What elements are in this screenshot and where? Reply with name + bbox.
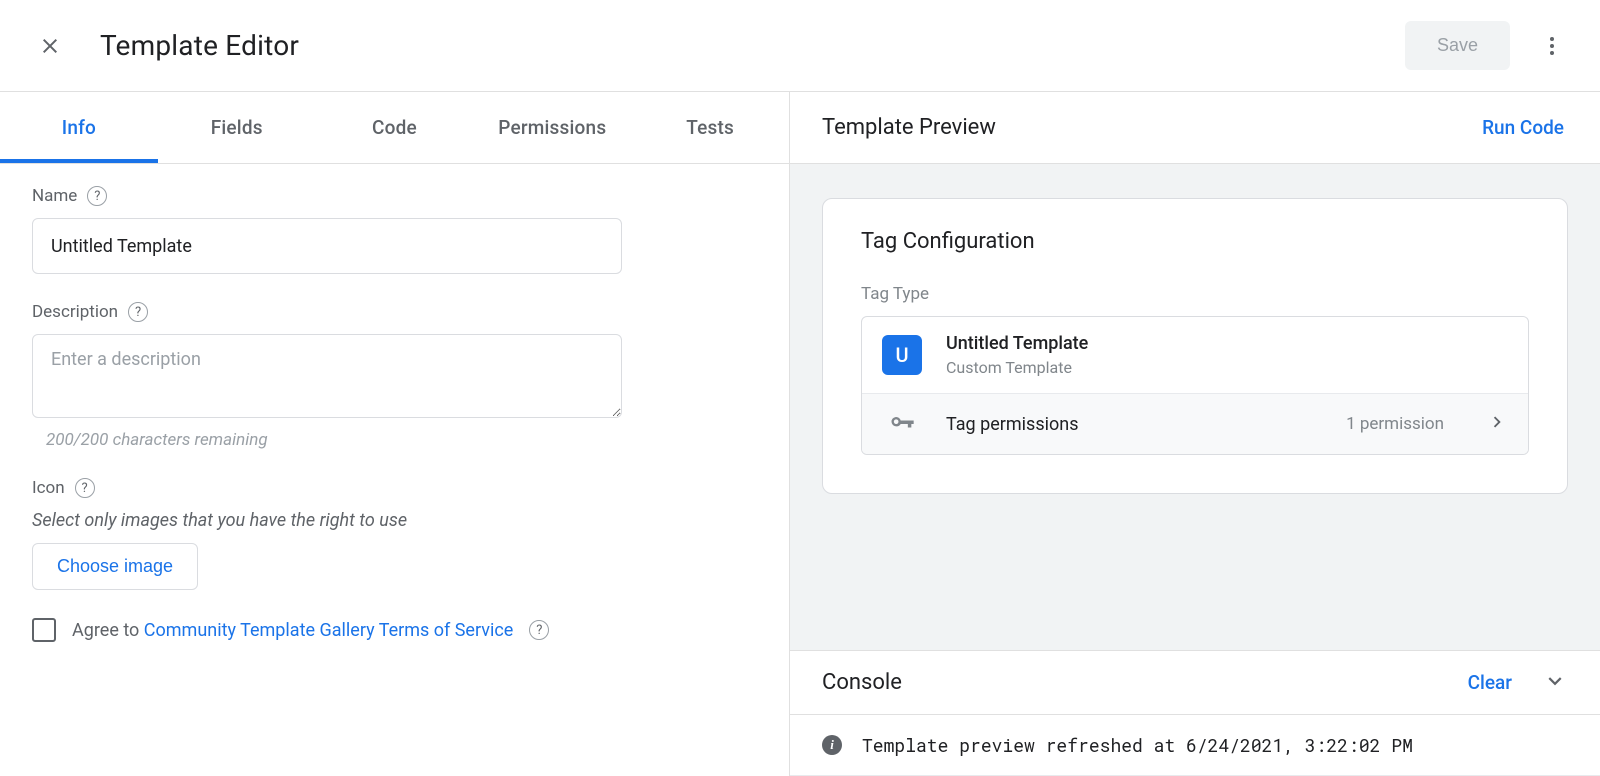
icon-label: Icon: [32, 478, 65, 498]
tag-subtype: Custom Template: [946, 358, 1508, 377]
clear-button[interactable]: Clear: [1468, 671, 1512, 694]
char-remaining: 200/200 characters remaining: [46, 430, 757, 450]
save-button[interactable]: Save: [1405, 21, 1510, 70]
preview-title: Template Preview: [822, 115, 1478, 140]
tag-configuration-card: Tag Configuration Tag Type U Untitled Te…: [822, 198, 1568, 494]
tab-tests[interactable]: Tests: [631, 92, 789, 163]
right-pane: Template Preview Run Code Tag Configurat…: [790, 92, 1600, 776]
card-title: Tag Configuration: [861, 229, 1529, 254]
name-input[interactable]: [32, 218, 622, 274]
header: Template Editor Save: [0, 0, 1600, 92]
agree-checkbox[interactable]: [32, 618, 56, 642]
console-title: Console: [822, 670, 1468, 695]
more-menu-icon[interactable]: [1528, 22, 1576, 70]
description-input[interactable]: [32, 334, 622, 418]
agree-prefix: Agree to: [72, 620, 144, 641]
help-icon[interactable]: ?: [75, 478, 95, 498]
chevron-down-icon[interactable]: [1542, 668, 1568, 698]
template-letter-icon: U: [882, 335, 922, 375]
left-pane: Info Fields Code Permissions Tests Name …: [0, 92, 790, 776]
help-icon[interactable]: ?: [128, 302, 148, 322]
name-label: Name: [32, 186, 77, 206]
tab-code[interactable]: Code: [316, 92, 474, 163]
run-code-button[interactable]: Run Code: [1478, 108, 1568, 147]
icon-hint: Select only images that you have the rig…: [32, 510, 757, 531]
tab-bar: Info Fields Code Permissions Tests: [0, 92, 789, 164]
tag-type-row[interactable]: U Untitled Template Custom Template: [862, 317, 1528, 393]
permissions-label: Tag permissions: [946, 414, 1322, 435]
close-icon[interactable]: [36, 32, 64, 60]
help-icon[interactable]: ?: [529, 620, 549, 640]
permissions-count: 1 permission: [1346, 414, 1444, 434]
help-icon[interactable]: ?: [87, 186, 107, 206]
tag-name: Untitled Template: [946, 333, 1508, 354]
chevron-right-icon: [1486, 411, 1508, 437]
console-message: Template preview refreshed at 6/24/2021,…: [862, 733, 1413, 757]
tag-permissions-row[interactable]: Tag permissions 1 permission: [862, 393, 1528, 454]
description-label: Description: [32, 302, 118, 322]
tab-fields[interactable]: Fields: [158, 92, 316, 163]
key-icon: [882, 410, 922, 438]
tos-link[interactable]: Community Template Gallery Terms of Serv…: [144, 620, 514, 641]
tag-type-label: Tag Type: [861, 284, 1529, 304]
choose-image-button[interactable]: Choose image: [32, 543, 198, 590]
info-icon: i: [822, 735, 842, 755]
tab-info[interactable]: Info: [0, 92, 158, 163]
tab-permissions[interactable]: Permissions: [473, 92, 631, 163]
page-title: Template Editor: [100, 29, 1405, 62]
